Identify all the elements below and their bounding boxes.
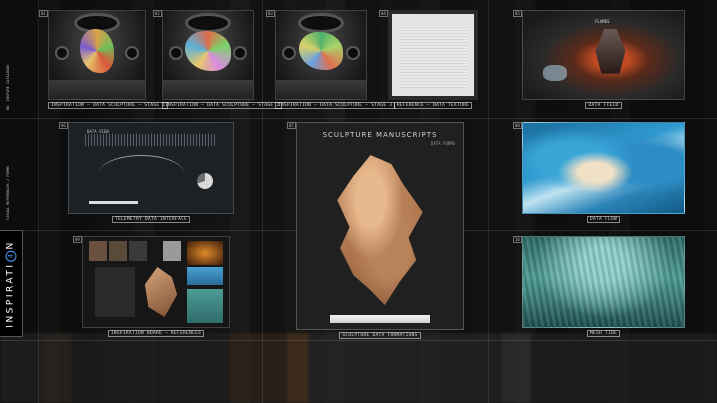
tile-image <box>522 236 685 328</box>
tile-tag: 07 <box>287 122 296 129</box>
tile-caption: INSPIRATION — DATA SCULPTURE — STAGE 2 <box>162 102 283 109</box>
tile-caption: INSPIRATION — DATA SCULPTURE — STAGE 1 <box>48 102 169 109</box>
tile-tag: 02 <box>153 10 162 17</box>
side-label-text: INSPIRATI <box>5 262 16 328</box>
poster-subtitle: DATA FORMS <box>430 141 455 146</box>
tile-caption: DATA FLOW <box>522 216 685 223</box>
tile-caption: MESH TIDE <box>522 330 685 337</box>
tile-caption: INSPIRATION BOARD — REFERENCES <box>82 330 230 337</box>
tile-tag: 05 <box>513 10 522 17</box>
tile-sculpture-poster[interactable]: SCULPTURE MANUSCRIPTS DATA FORMS 07 SCUL… <box>287 122 464 339</box>
side-note-mid: VISUAL REFERENCES / FORMS <box>6 165 10 220</box>
section-side-label: INSPIRATI4N <box>0 230 23 337</box>
tile-image <box>522 122 685 214</box>
tile-tag: 03 <box>266 10 275 17</box>
grid-line <box>262 0 263 403</box>
tile-caption: SCULPTURE DATA FORMATIONS <box>296 332 464 339</box>
tile-telemetry[interactable]: DATA VIEW 06 TELEMETRY DATA INTERFACE <box>59 122 234 223</box>
tile-stage-2[interactable]: 02 INSPIRATION — DATA SCULPTURE — STAGE … <box>153 10 283 109</box>
tile-caption: DATA FIELD <box>522 102 685 109</box>
tile-inspiration-board[interactable]: 09 INSPIRATION BOARD — REFERENCES <box>73 236 230 337</box>
tile-image <box>275 10 367 100</box>
tile-stage-1[interactable]: 01 INSPIRATION — DATA SCULPTURE — STAGE … <box>39 10 169 109</box>
tile-data-field[interactable]: FLAMES 05 DATA FIELD <box>513 10 685 109</box>
tile-caption: REFERENCE — DATA TEXTURE <box>388 102 478 109</box>
grid-line <box>0 340 717 341</box>
side-note-top: NO. INSPIRE CATALOGUE <box>6 64 10 110</box>
tile-data-texture[interactable]: 04 REFERENCE — DATA TEXTURE <box>379 10 478 109</box>
tile-image <box>82 236 230 328</box>
tile-image: DATA VIEW <box>68 122 234 214</box>
tile-image <box>48 10 146 100</box>
tile-tag: 10 <box>513 236 522 243</box>
background-blocks <box>0 333 717 403</box>
tile-stage-3[interactable]: 03 INSPIRATION — DATA SCULPTURE — STAGE … <box>266 10 396 109</box>
tile-caption: INSPIRATION — DATA SCULPTURE — STAGE 3 <box>275 102 396 109</box>
tile-mesh-tide[interactable]: 10 MESH TIDE <box>513 236 685 337</box>
grid-line <box>488 0 489 403</box>
tile-tag: 08 <box>513 122 522 129</box>
tile-inner-label: FLAMES <box>595 19 610 24</box>
side-label-text-end: N <box>5 239 16 250</box>
tile-tag: 06 <box>59 122 68 129</box>
tile-tag: 04 <box>379 10 388 17</box>
grid-line <box>0 118 717 119</box>
tile-image: FLAMES <box>522 10 685 100</box>
poster-title: SCULPTURE MANUSCRIPTS <box>322 131 438 139</box>
tile-tag: 09 <box>73 236 82 243</box>
tile-data-flow[interactable]: 08 DATA FLOW <box>513 122 685 223</box>
tile-tag: 01 <box>39 10 48 17</box>
grid-line <box>38 0 39 403</box>
section-number-badge: 4 <box>5 250 17 262</box>
tile-image <box>162 10 254 100</box>
tile-image <box>388 10 478 100</box>
tile-caption: TELEMETRY DATA INTERFACE <box>68 216 234 223</box>
tile-image: SCULPTURE MANUSCRIPTS DATA FORMS <box>296 122 464 330</box>
